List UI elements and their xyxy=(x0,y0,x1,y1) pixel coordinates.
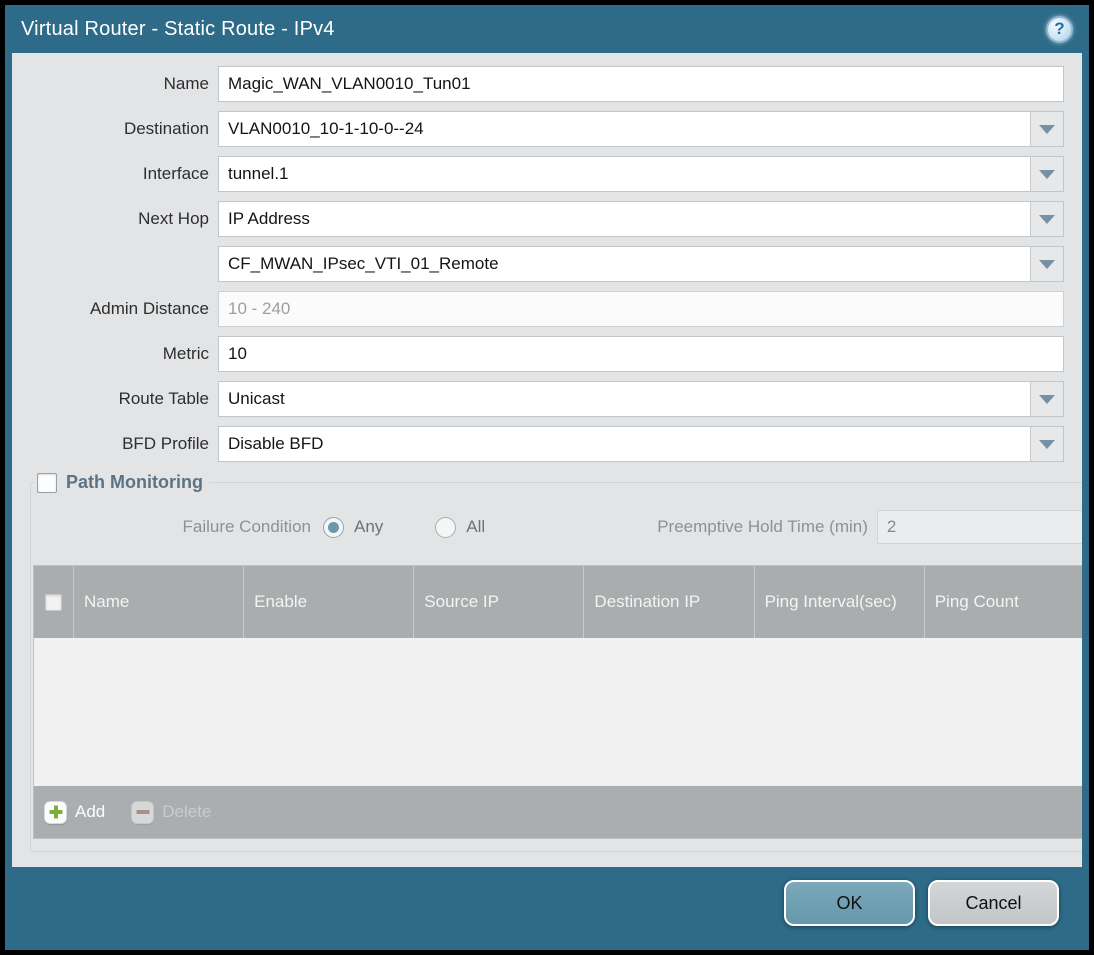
select-all-checkbox[interactable] xyxy=(45,593,62,611)
form-row-route-table: Route Table xyxy=(30,381,1064,417)
table-body-empty xyxy=(34,638,1082,786)
bfd-profile-input[interactable] xyxy=(219,427,1030,461)
next-hop-value-input[interactable] xyxy=(219,247,1030,281)
route-table-label: Route Table xyxy=(118,389,209,408)
admin-distance-field xyxy=(218,291,1064,327)
dialog-content: Name Destination Interface xyxy=(12,53,1082,867)
radio-any-icon xyxy=(323,516,344,538)
chevron-down-icon xyxy=(1039,124,1055,134)
form-row-admin-distance: Admin Distance xyxy=(30,291,1064,327)
next-hop-type-field xyxy=(218,201,1064,237)
form-row-name: Name xyxy=(30,66,1064,102)
metric-label: Metric xyxy=(162,344,209,363)
delete-minus-icon xyxy=(131,800,155,824)
admin-distance-input[interactable] xyxy=(219,292,1063,326)
name-label: Name xyxy=(163,74,209,93)
interface-label: Interface xyxy=(142,164,209,183)
destination-label: Destination xyxy=(123,119,209,138)
column-header-ping-interval[interactable]: Ping Interval(sec) xyxy=(753,566,924,638)
path-monitoring-legend: Path Monitoring xyxy=(35,472,209,493)
destination-field xyxy=(218,111,1064,147)
interface-field xyxy=(218,156,1064,192)
form-row-bfd-profile: BFD Profile xyxy=(30,426,1064,462)
interface-dropdown-button[interactable] xyxy=(1030,157,1063,191)
failure-condition-any-option[interactable]: Any xyxy=(323,516,384,538)
dialog-titlebar: Virtual Router - Static Route - IPv4 ? xyxy=(5,5,1089,53)
delete-button[interactable]: Delete xyxy=(131,800,212,824)
form-row-next-hop-value xyxy=(30,246,1064,282)
failure-condition-all-option[interactable]: All xyxy=(435,516,486,538)
path-monitoring-section: Path Monitoring Failure Condition Any Al… xyxy=(30,472,1082,852)
column-header-name[interactable]: Name xyxy=(73,566,243,638)
chevron-down-icon xyxy=(1039,169,1055,179)
destination-dropdown-button[interactable] xyxy=(1030,112,1063,146)
route-table-input[interactable] xyxy=(219,382,1030,416)
screen: Virtual Router - Static Route - IPv4 ? N… xyxy=(0,0,1094,955)
add-button[interactable]: Add xyxy=(44,800,106,824)
column-header-source-ip[interactable]: Source IP xyxy=(413,566,583,638)
radio-all-icon xyxy=(435,516,457,538)
column-header-enable[interactable]: Enable xyxy=(243,566,413,638)
next-hop-type-input[interactable] xyxy=(219,202,1030,236)
delete-button-label: Delete xyxy=(162,802,212,821)
column-header-destination-ip[interactable]: Destination IP xyxy=(583,566,753,638)
dialog-title: Virtual Router - Static Route - IPv4 xyxy=(21,17,335,40)
add-button-label: Add xyxy=(75,802,106,821)
table-header: Name Enable Source IP Destination IP Pin… xyxy=(34,566,1082,638)
static-route-dialog: Virtual Router - Static Route - IPv4 ? N… xyxy=(5,5,1089,950)
failure-condition-row: Failure Condition Any All Preemptive Hol… xyxy=(33,509,1082,545)
column-header-ping-count[interactable]: Ping Count xyxy=(923,566,1082,638)
ok-button[interactable]: OK xyxy=(784,880,915,926)
chevron-down-icon xyxy=(1039,439,1055,449)
preemptive-hold-time-label: Preemptive Hold Time (min) xyxy=(657,517,868,536)
bfd-profile-dropdown-button[interactable] xyxy=(1030,427,1063,461)
table-toolbar: Add Delete xyxy=(34,786,1082,838)
route-table-dropdown-button[interactable] xyxy=(1030,382,1063,416)
next-hop-value-dropdown-button[interactable] xyxy=(1030,247,1063,281)
radio-any-label: Any xyxy=(354,517,384,536)
dialog-footer: OK Cancel xyxy=(5,867,1089,950)
bfd-profile-label: BFD Profile xyxy=(122,434,209,453)
metric-field xyxy=(218,336,1064,372)
admin-distance-label: Admin Distance xyxy=(89,299,209,318)
failure-condition-label: Failure Condition xyxy=(182,517,311,536)
metric-input[interactable] xyxy=(219,337,1063,371)
form-row-interface: Interface xyxy=(30,156,1064,192)
cancel-button[interactable]: Cancel xyxy=(928,880,1059,926)
select-all-cell xyxy=(34,566,73,638)
next-hop-type-dropdown-button[interactable] xyxy=(1030,202,1063,236)
path-monitoring-title: Path Monitoring xyxy=(66,472,203,492)
interface-input[interactable] xyxy=(219,157,1030,191)
form-row-next-hop: Next Hop xyxy=(30,201,1064,237)
form-row-destination: Destination xyxy=(30,111,1064,147)
next-hop-value-field xyxy=(218,246,1064,282)
name-field xyxy=(218,66,1064,102)
bfd-profile-field xyxy=(218,426,1064,462)
add-plus-icon xyxy=(44,800,67,824)
next-hop-label: Next Hop xyxy=(138,209,209,228)
path-monitoring-table: Name Enable Source IP Destination IP Pin… xyxy=(33,565,1082,839)
preemptive-hold-time-input[interactable] xyxy=(876,510,1082,544)
form-row-metric: Metric xyxy=(30,336,1064,372)
path-monitoring-checkbox[interactable] xyxy=(37,472,57,493)
chevron-down-icon xyxy=(1039,394,1055,404)
help-icon[interactable]: ? xyxy=(1046,15,1073,43)
route-table-field xyxy=(218,381,1064,417)
radio-all-label: All xyxy=(466,517,486,536)
name-input[interactable] xyxy=(219,67,1063,101)
destination-input[interactable] xyxy=(219,112,1030,146)
chevron-down-icon xyxy=(1039,259,1055,269)
chevron-down-icon xyxy=(1039,214,1055,224)
